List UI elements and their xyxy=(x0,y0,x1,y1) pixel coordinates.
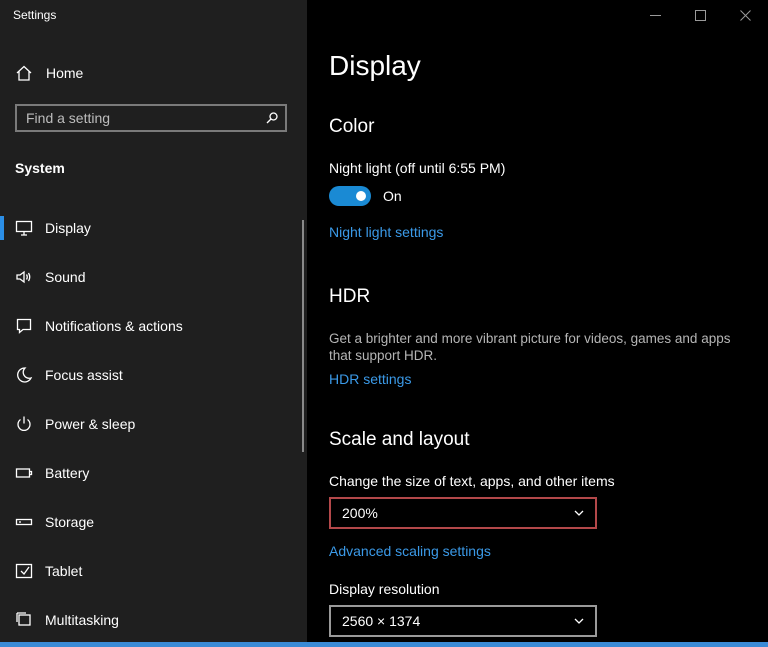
monitor-icon xyxy=(15,219,33,237)
sidebar-item-label: Tablet xyxy=(45,562,83,579)
search-icon[interactable] xyxy=(265,111,279,125)
sidebar: Settings Home System Display Sound xyxy=(0,0,307,647)
sidebar-scrollbar[interactable] xyxy=(302,220,304,452)
tablet-icon xyxy=(15,562,33,580)
sidebar-item-power-sleep[interactable]: Power & sleep xyxy=(0,399,302,448)
storage-icon xyxy=(15,513,33,531)
scale-layout-heading: Scale and layout xyxy=(329,429,470,450)
night-light-toggle[interactable] xyxy=(329,186,371,206)
sidebar-item-notifications[interactable]: Notifications & actions xyxy=(0,301,302,350)
notification-icon xyxy=(15,317,33,335)
search-box[interactable] xyxy=(15,104,287,132)
speaker-icon xyxy=(15,268,33,286)
chevron-down-icon xyxy=(573,507,585,519)
chevron-down-icon xyxy=(573,615,585,627)
color-heading: Color xyxy=(329,116,375,137)
sidebar-item-label: Power & sleep xyxy=(45,415,136,432)
sidebar-item-label: Storage xyxy=(45,513,95,530)
sidebar-item-tablet[interactable]: Tablet xyxy=(0,546,302,595)
sidebar-item-label: Focus assist xyxy=(45,366,123,383)
sidebar-item-focus-assist[interactable]: Focus assist xyxy=(0,350,302,399)
sidebar-item-label: Multitasking xyxy=(45,611,119,628)
home-nav-item[interactable]: Home xyxy=(0,56,307,90)
app-title: Settings xyxy=(13,8,57,22)
multitasking-icon xyxy=(15,611,33,629)
hdr-description: Get a brighter and more vibrant picture … xyxy=(329,331,731,363)
main-content: Display Color Night light (off until 6:5… xyxy=(307,0,768,647)
resolution-dropdown[interactable]: 2560 × 1374 xyxy=(329,605,597,637)
toggle-state-label: On xyxy=(383,188,402,204)
hdr-settings-link[interactable]: HDR settings xyxy=(329,371,411,387)
sidebar-item-label: Display xyxy=(45,219,91,236)
home-icon xyxy=(15,64,33,82)
search-input[interactable] xyxy=(17,109,265,127)
sidebar-item-multitasking[interactable]: Multitasking xyxy=(0,595,302,644)
sidebar-item-display[interactable]: Display xyxy=(0,203,302,252)
sidebar-item-battery[interactable]: Battery xyxy=(0,448,302,497)
section-heading-system: System xyxy=(15,160,65,176)
moon-icon xyxy=(15,366,33,384)
advanced-scaling-link[interactable]: Advanced scaling settings xyxy=(329,543,491,559)
night-light-label: Night light (off until 6:55 PM) xyxy=(329,160,506,176)
sidebar-item-label: Sound xyxy=(45,268,86,285)
toggle-knob xyxy=(356,191,366,201)
power-icon xyxy=(15,415,33,433)
resolution-value: 2560 × 1374 xyxy=(342,613,421,629)
sidebar-nav: Display Sound Notifications & actions Fo… xyxy=(0,203,302,644)
scale-value: 200% xyxy=(342,505,378,521)
battery-icon xyxy=(15,464,33,482)
hdr-heading: HDR xyxy=(329,286,371,307)
scale-size-label: Change the size of text, apps, and other… xyxy=(329,473,615,489)
resolution-label: Display resolution xyxy=(329,581,440,597)
page-title: Display xyxy=(329,50,421,81)
taskbar-edge xyxy=(0,642,768,647)
sidebar-item-sound[interactable]: Sound xyxy=(0,252,302,301)
night-light-settings-link[interactable]: Night light settings xyxy=(329,224,443,240)
home-label: Home xyxy=(46,65,84,81)
scale-dropdown[interactable]: 200% xyxy=(329,497,597,529)
sidebar-item-label: Battery xyxy=(45,464,90,481)
sidebar-item-storage[interactable]: Storage xyxy=(0,497,302,546)
sidebar-item-label: Notifications & actions xyxy=(45,317,183,334)
